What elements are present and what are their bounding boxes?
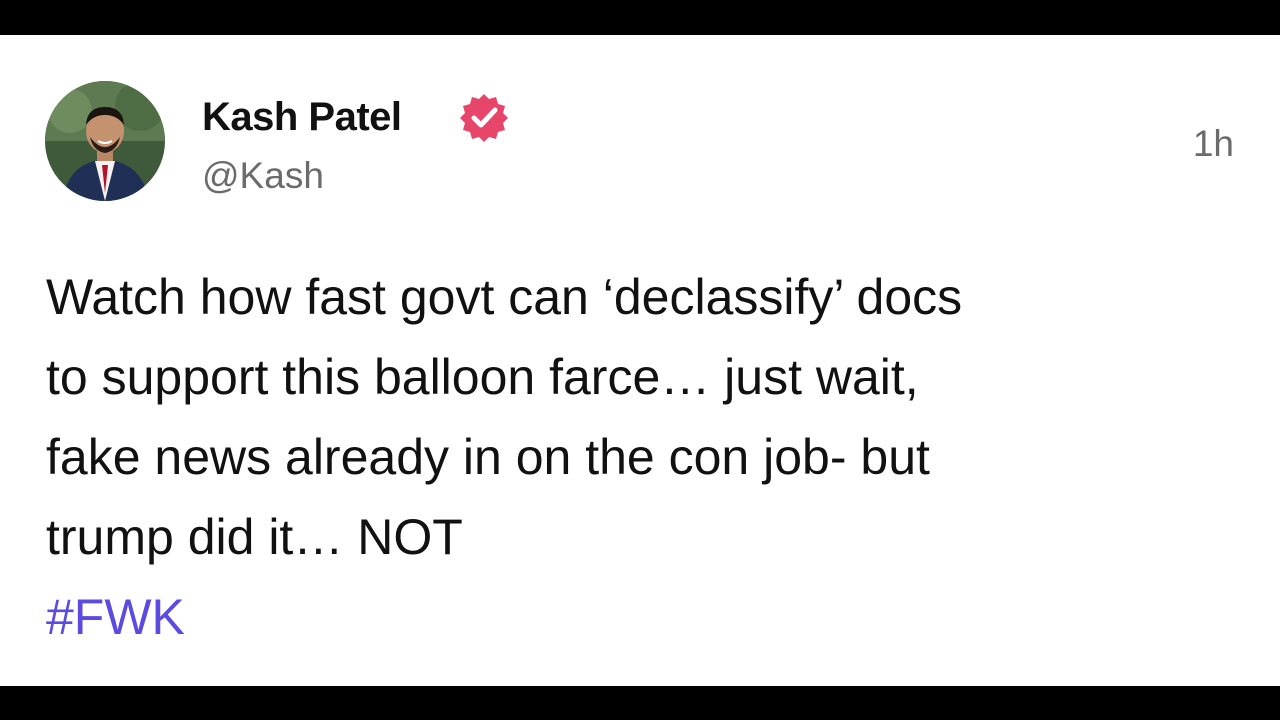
author-handle[interactable]: @Kash: [202, 153, 324, 199]
verified-badge-icon: [459, 92, 509, 142]
post-text-line: to support this balloon farce… just wait…: [46, 349, 919, 405]
post-text-line: trump did it… NOT: [46, 509, 463, 565]
letterbox-bottom: [0, 686, 1280, 720]
avatar[interactable]: [45, 81, 165, 201]
letterbox-top: [0, 0, 1280, 35]
hashtag-link[interactable]: #FWK: [46, 577, 1246, 657]
author-name[interactable]: Kash Patel: [202, 93, 402, 141]
post-timestamp[interactable]: 1h: [1193, 121, 1234, 167]
post-body: Watch how fast govt can ‘declassify’ doc…: [46, 257, 1246, 657]
post-card: Kash Patel @Kash 1h Watch how fast govt …: [0, 35, 1280, 686]
post-text-line: Watch how fast govt can ‘declassify’ doc…: [46, 269, 963, 325]
post-text-line: fake news already in on the con job- but: [46, 429, 930, 485]
